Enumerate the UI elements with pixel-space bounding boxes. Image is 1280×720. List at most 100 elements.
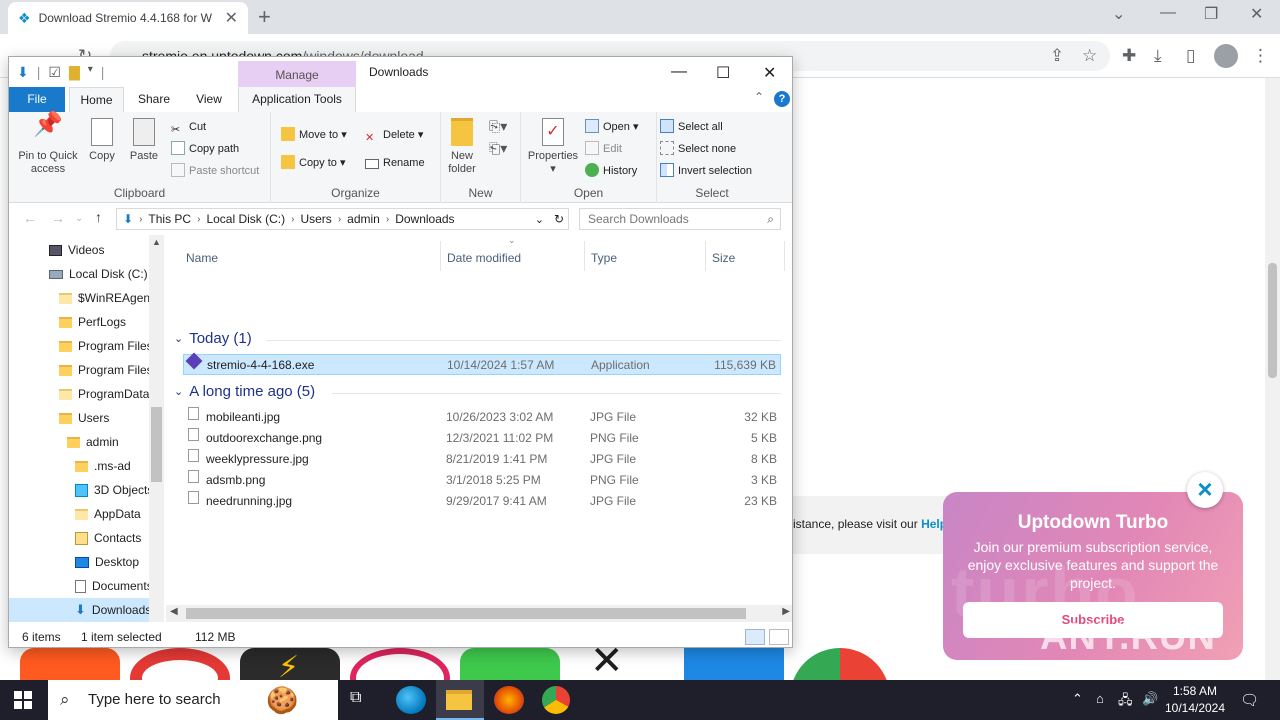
- menu-icon[interactable]: ⋮: [1252, 46, 1269, 66]
- scroll-left-icon[interactable]: ◀: [170, 606, 178, 617]
- column-header-size[interactable]: Size: [712, 245, 735, 271]
- tree-item-program-files[interactable]: Program Files: [59, 334, 153, 358]
- extensions-icon[interactable]: ✚: [1122, 46, 1136, 66]
- new-item-icon[interactable]: ⎘▾: [489, 118, 507, 135]
- tree-item-contacts[interactable]: Contacts: [75, 526, 141, 550]
- column-divider[interactable]: [584, 241, 585, 271]
- tree-item-3d-objects[interactable]: 3D Objects: [75, 478, 153, 502]
- edge-icon[interactable]: [396, 686, 426, 714]
- tree-item-videos[interactable]: Videos: [49, 238, 104, 262]
- app-tile-icon[interactable]: ⚡: [240, 648, 340, 680]
- file-row[interactable]: weeklypressure.jpg 8/21/2019 1:41 PM JPG…: [183, 449, 781, 470]
- share-icon[interactable]: ⇪: [1050, 46, 1064, 66]
- taskbar-search-input[interactable]: ⌕ Type here to search 🍪: [48, 680, 338, 720]
- cut-button[interactable]: ✂ Cut: [171, 118, 206, 136]
- tree-item-local-disk[interactable]: Local Disk (C:): [49, 262, 148, 286]
- chrome-app-icon[interactable]: [790, 648, 890, 680]
- chrome-icon[interactable]: [542, 686, 570, 714]
- network-icon[interactable]: 🖧: [1118, 691, 1133, 713]
- column-divider[interactable]: [784, 241, 785, 271]
- minimize-icon[interactable]: —: [671, 63, 687, 81]
- properties-button[interactable]: ✓ Properties ▾: [525, 118, 581, 176]
- app-tile-icon[interactable]: [20, 648, 120, 680]
- breadcrumb-users[interactable]: Users: [300, 212, 331, 226]
- new-folder-button[interactable]: New folder: [445, 118, 479, 176]
- volume-icon[interactable]: 🔊: [1142, 691, 1158, 707]
- new-folder-qat-icon[interactable]: ▇: [69, 64, 80, 81]
- large-icons-view-icon[interactable]: [769, 629, 789, 645]
- tree-item-downloads[interactable]: ⬇ Downloads: [9, 598, 151, 622]
- tree-item-perflogs[interactable]: PerfLogs: [59, 310, 126, 334]
- downloads-arrow-icon[interactable]: ⬇: [17, 64, 29, 81]
- tray-app-icon[interactable]: ⌂: [1096, 691, 1104, 706]
- search-input[interactable]: Search Downloads ⌕: [579, 208, 781, 230]
- pin-quick-access-button[interactable]: 📌 Pin to Quick access: [13, 113, 83, 176]
- paste-button[interactable]: Paste: [127, 118, 161, 163]
- nav-scroll-thumb[interactable]: [151, 407, 162, 482]
- delete-button[interactable]: ✕ Delete ▾: [365, 126, 423, 144]
- group-header-today[interactable]: ⌄ Today (1): [174, 330, 252, 347]
- group-header-long-ago[interactable]: ⌄ A long time ago (5): [174, 383, 315, 400]
- h-scroll-thumb[interactable]: [186, 608, 746, 619]
- tree-item-programdata[interactable]: ProgramData: [59, 382, 149, 406]
- file-explorer-taskbar-active[interactable]: [436, 680, 484, 720]
- breadcrumb-this-pc[interactable]: This PC: [148, 212, 191, 226]
- address-breadcrumb[interactable]: ⬇ › This PC › Local Disk (C:) › Users › …: [116, 208, 569, 230]
- tree-item-program-files-x86[interactable]: Program Files: [59, 358, 153, 382]
- scroll-up-icon[interactable]: ▲: [152, 237, 161, 247]
- app-tile-icon[interactable]: [130, 648, 230, 680]
- close-window-icon[interactable]: ✕: [1250, 4, 1263, 24]
- profile-icon[interactable]: [1214, 44, 1238, 68]
- move-to-button[interactable]: Move to ▾: [281, 126, 347, 144]
- tab-file[interactable]: File: [9, 87, 65, 112]
- tree-item-ms-ad[interactable]: .ms-ad: [75, 454, 131, 478]
- sidepanel-icon[interactable]: ▯: [1186, 46, 1195, 66]
- select-all-button[interactable]: Select all: [660, 118, 723, 136]
- details-view-icon[interactable]: [745, 629, 765, 645]
- star-icon[interactable]: ☆: [1082, 46, 1097, 66]
- easy-access-icon[interactable]: ⎗▾: [489, 140, 507, 157]
- tab-view[interactable]: View: [184, 87, 234, 112]
- tree-item-appdata[interactable]: AppData: [75, 502, 141, 526]
- horizontal-scrollbar[interactable]: ◀ ▶: [166, 605, 792, 622]
- page-scrollbar[interactable]: [1265, 78, 1280, 680]
- copy-path-button[interactable]: Copy path: [171, 140, 239, 158]
- refresh-icon[interactable]: ↻: [554, 212, 564, 226]
- close-icon[interactable]: ✕: [763, 63, 776, 83]
- edit-button[interactable]: Edit: [585, 140, 622, 158]
- clock[interactable]: 1:58 AM 10/14/2024: [1160, 683, 1230, 717]
- help-icon[interactable]: ?: [774, 91, 790, 107]
- page-scroll-thumb[interactable]: [1268, 263, 1277, 378]
- tab-home[interactable]: Home: [69, 87, 124, 112]
- copy-button[interactable]: Copy: [85, 118, 119, 163]
- column-header-name[interactable]: Name: [186, 245, 218, 271]
- column-header-type[interactable]: Type: [591, 245, 617, 271]
- browser-tab[interactable]: ❖ Download Stremio 4.4.168 for W ✕: [8, 2, 248, 34]
- manage-context-tab[interactable]: Manage: [238, 61, 356, 89]
- windows-start-icon[interactable]: [14, 691, 32, 709]
- tab-search-icon[interactable]: ⌄: [1112, 4, 1125, 24]
- address-dropdown-icon[interactable]: ⌄: [535, 213, 544, 226]
- file-row[interactable]: adsmb.png 3/1/2018 5:25 PM PNG File 3 KB: [183, 470, 781, 491]
- forward-icon[interactable]: →: [51, 210, 65, 226]
- tray-chevron-icon[interactable]: ⌃: [1072, 691, 1083, 707]
- app-tile-icon[interactable]: [460, 648, 560, 680]
- qat-dropdown-icon[interactable]: ▾: [88, 64, 93, 81]
- tree-item-admin[interactable]: admin: [67, 430, 119, 454]
- tab-share[interactable]: Share: [129, 87, 179, 112]
- up-icon[interactable]: ↑: [95, 209, 102, 225]
- maximize-icon[interactable]: ☐: [716, 63, 730, 83]
- back-icon[interactable]: ←: [23, 210, 37, 226]
- tree-item-winreagent[interactable]: $WinREAgent: [59, 286, 153, 310]
- breadcrumb-admin[interactable]: admin: [347, 212, 380, 226]
- promo-close-icon[interactable]: ×: [1187, 472, 1223, 508]
- breadcrumb-downloads[interactable]: Downloads: [395, 212, 454, 226]
- restore-icon[interactable]: ❐: [1204, 4, 1218, 24]
- nav-pane-scrollbar[interactable]: ▲: [149, 235, 164, 622]
- select-none-button[interactable]: Select none: [660, 140, 736, 158]
- paste-shortcut-button[interactable]: Paste shortcut: [171, 162, 259, 180]
- tab-close-icon[interactable]: ✕: [225, 8, 238, 28]
- collapse-ribbon-icon[interactable]: ⌃: [754, 90, 764, 104]
- minimize-icon[interactable]: —: [1160, 4, 1176, 22]
- download-icon[interactable]: ⤓: [1154, 46, 1162, 66]
